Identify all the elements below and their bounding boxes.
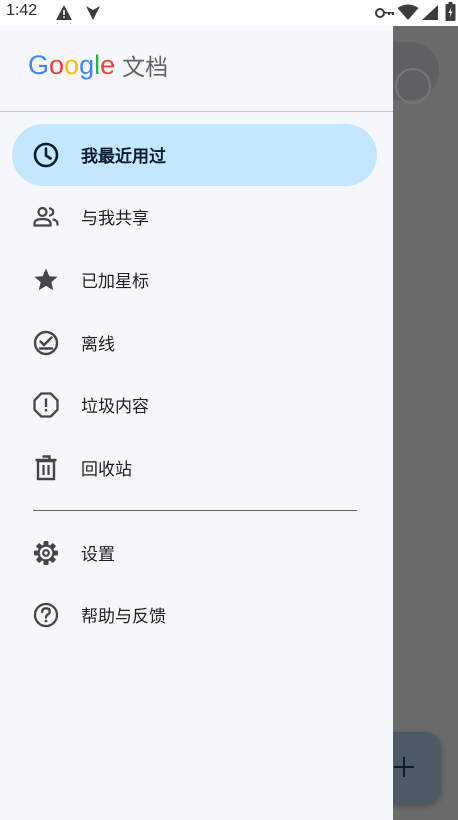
nav-item-offline[interactable]: 离线: [12, 312, 377, 374]
google-docs-logo: Google 文档: [28, 48, 168, 82]
clock-icon: [33, 142, 59, 168]
logo-letter: o: [49, 49, 65, 80]
nav-item-label: 与我共享: [81, 209, 149, 229]
nav-item-spam[interactable]: 垃圾内容: [12, 374, 377, 436]
nav-item-label: 我最近用过: [81, 147, 166, 167]
offline-check-icon: [33, 330, 59, 356]
nav-item-label: 已加星标: [81, 272, 149, 292]
cell-signal-icon: [422, 5, 438, 20]
new-document-fab: [393, 732, 441, 804]
status-time: 1:42: [6, 2, 38, 19]
nav-item-starred[interactable]: 已加星标: [12, 249, 377, 311]
logo-letter: e: [100, 49, 116, 80]
spam-icon: [33, 392, 59, 418]
nav-item-label: 回收站: [81, 460, 132, 480]
nav-item-trash[interactable]: 回收站: [12, 437, 377, 499]
help-icon: [33, 602, 59, 628]
account-avatar: [393, 42, 439, 104]
nav-item-label: 设置: [81, 545, 115, 565]
star-icon: [34, 268, 58, 291]
people-icon: [33, 206, 59, 227]
status-bar: 1:42: [0, 0, 458, 26]
nav-item-settings[interactable]: 设置: [12, 522, 377, 584]
nav-item-label: 离线: [81, 335, 115, 355]
trash-icon: [35, 455, 57, 481]
plus-icon: [394, 757, 414, 777]
vpn-key-icon: [375, 8, 394, 18]
logo-letter: G: [28, 49, 50, 80]
nav-item-recent[interactable]: 我最近用过: [12, 124, 377, 186]
nav-item-label: 帮助与反馈: [81, 607, 166, 627]
warning-icon: [56, 5, 72, 20]
navigation-drawer: Google 文档 我最近用过 与我共享 已加星标 离线 垃圾内容 回收站 设置…: [0, 26, 393, 820]
scrim-overlay[interactable]: [393, 26, 458, 820]
section-divider: [33, 510, 357, 511]
header-divider: [0, 111, 393, 112]
logo-letter: g: [79, 49, 95, 80]
logo-product-name: 文档: [122, 55, 169, 81]
wifi-icon: [397, 4, 419, 20]
nav-arrow-icon: [86, 6, 100, 20]
nav-item-help[interactable]: 帮助与反馈: [12, 584, 377, 646]
nav-item-label: 垃圾内容: [81, 397, 149, 417]
battery-icon: [445, 2, 456, 21]
nav-item-shared[interactable]: 与我共享: [12, 186, 377, 248]
logo-letter: o: [64, 49, 80, 80]
gear-icon: [34, 541, 58, 565]
